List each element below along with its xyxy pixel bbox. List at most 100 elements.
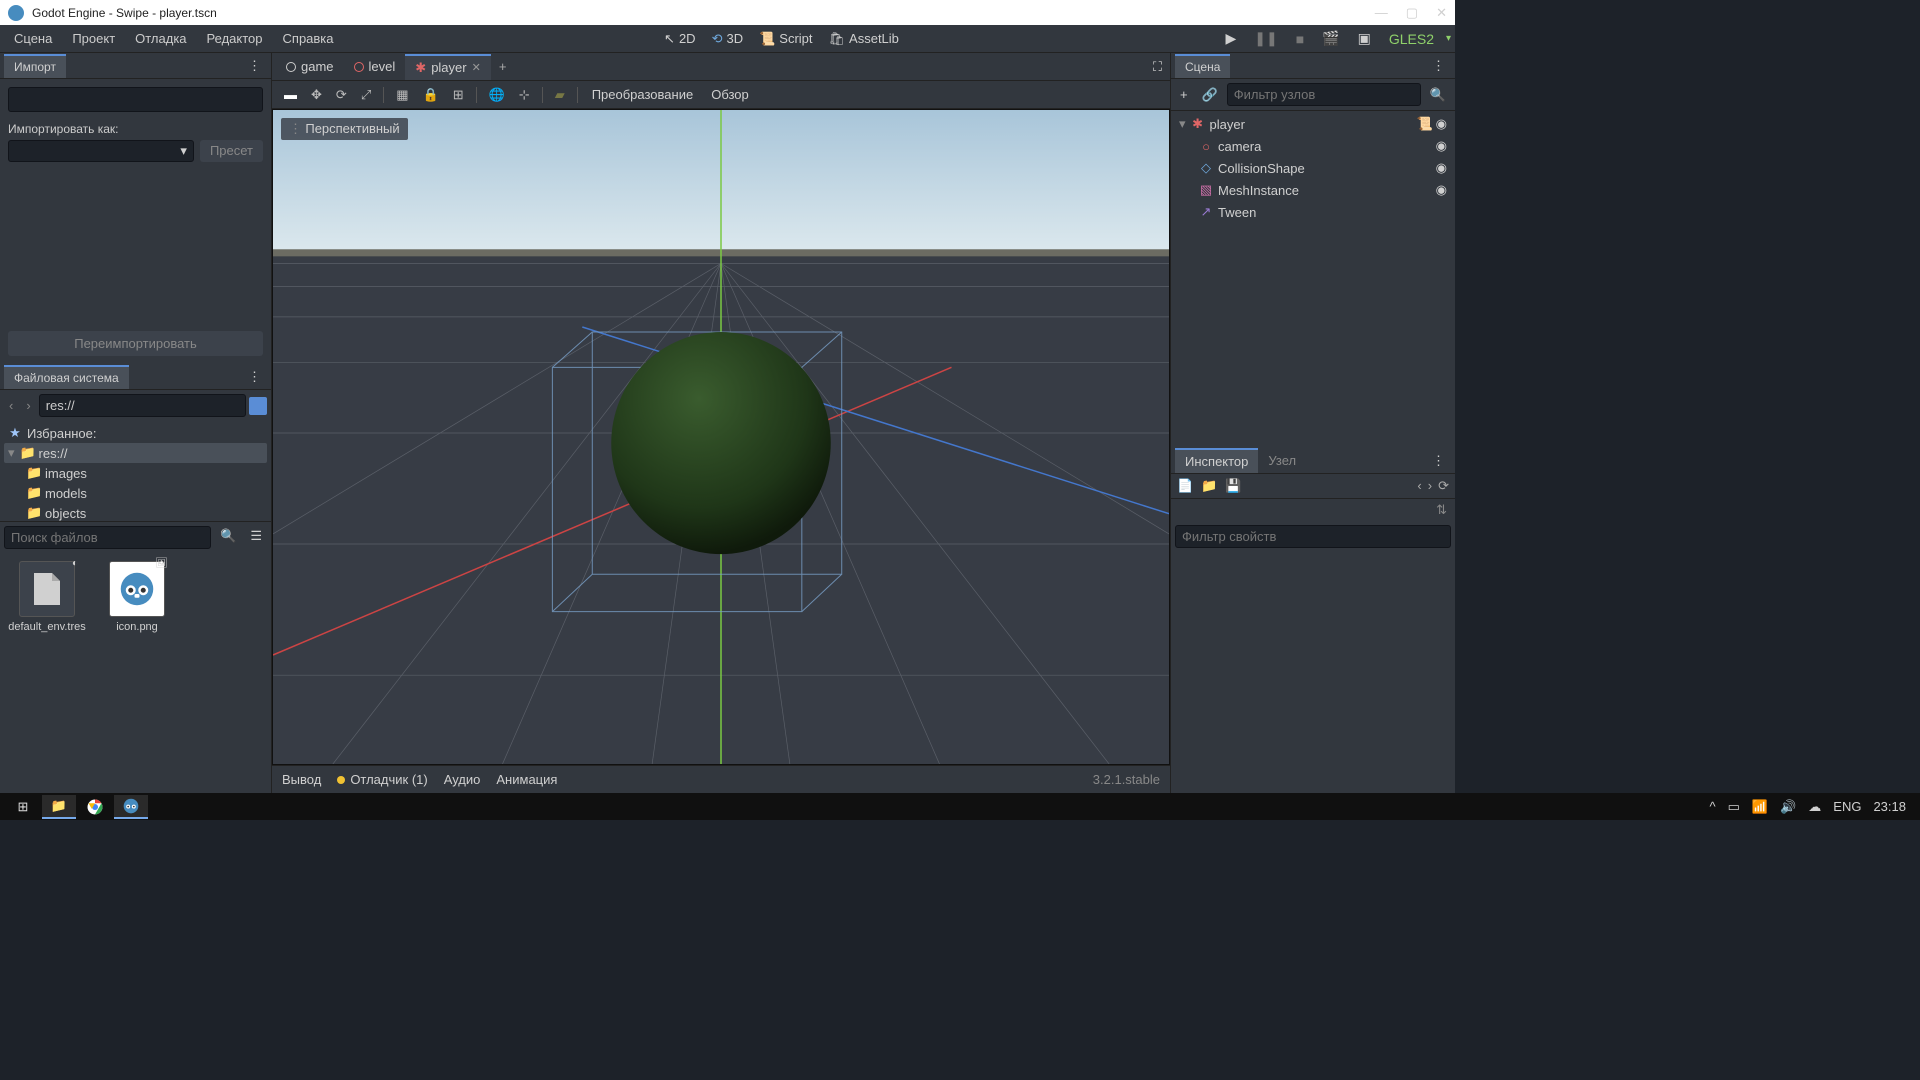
import-menu-icon[interactable]: ⋮ [242, 58, 267, 74]
taskbar-godot[interactable] [114, 795, 148, 819]
fs-back-button[interactable]: ‹ [4, 396, 18, 415]
chevron-down-icon[interactable]: ▾ [1179, 116, 1186, 132]
scale-tool[interactable]: ⤢ [355, 84, 377, 106]
fs-search-input[interactable] [4, 526, 211, 549]
inspector-tab[interactable]: Инспектор [1175, 448, 1258, 473]
minimize-button[interactable]: — [1375, 5, 1388, 21]
rotate-tool[interactable]: ⟳ [330, 84, 353, 106]
insp-extra-icon[interactable]: ⇅ [1436, 502, 1447, 518]
tray-clock[interactable]: 23:18 [1873, 799, 1906, 814]
tray-cloud-icon[interactable]: ☁ [1808, 799, 1821, 815]
close-button[interactable]: ✕ [1436, 5, 1447, 21]
taskbar-chrome[interactable] [78, 795, 112, 819]
import-tab[interactable]: Импорт [4, 54, 66, 78]
close-tab-icon[interactable]: ✕ [472, 61, 481, 74]
listener-tool[interactable]: ⊹ [513, 84, 536, 106]
fs-folder-images[interactable]: 📁images [22, 463, 267, 483]
reimport-button[interactable]: Переимпортировать [8, 331, 263, 356]
fs-forward-button[interactable]: › [21, 396, 35, 415]
workspace-2d[interactable]: ↖ 2D [656, 28, 704, 50]
import-path-input[interactable] [8, 87, 263, 112]
animation-button[interactable]: Анимация [496, 772, 557, 787]
insp-resource-save-icon[interactable]: 💾 [1225, 478, 1241, 494]
tray-language[interactable]: ENG [1833, 799, 1861, 814]
viewport-3d[interactable]: ⋮ Перспективный [272, 109, 1170, 765]
taskbar-explorer[interactable]: 📁 [42, 795, 76, 819]
stop-button[interactable]: ■ [1290, 28, 1310, 50]
insp-history-forward-icon[interactable]: › [1428, 478, 1432, 494]
fs-root[interactable]: ▾📁res:// [4, 443, 267, 463]
filesystem-menu-icon[interactable]: ⋮ [242, 369, 267, 385]
workspace-3d[interactable]: ⟲ 3D [704, 28, 752, 50]
import-type-dropdown[interactable]: ▾ [8, 140, 194, 162]
pause-button[interactable]: ❚❚ [1248, 27, 1283, 50]
scene-node-player[interactable]: ▾ ✱ player 📜◉ [1175, 113, 1451, 135]
fs-list-toggle[interactable]: ☰ [245, 526, 267, 549]
fs-file-icon-png[interactable]: 🖼 icon.png [98, 561, 176, 633]
snap-tool[interactable]: ▦ [390, 84, 414, 106]
scene-node-tween[interactable]: ↗Tween [1195, 201, 1451, 223]
scene-node-camera[interactable]: ○camera◉ [1195, 135, 1451, 157]
output-button[interactable]: Вывод [282, 772, 321, 787]
search-icon[interactable]: 🔍 [1425, 84, 1451, 106]
insp-history-back-icon[interactable]: ‹ [1417, 478, 1421, 494]
menu-debug[interactable]: Отладка [125, 27, 196, 50]
workspace-script[interactable]: 📜 Script [751, 28, 820, 50]
select-tool[interactable]: ▬ [278, 84, 303, 105]
scene-panel-menu-icon[interactable]: ⋮ [1426, 58, 1451, 74]
move-tool[interactable]: ✥ [305, 84, 328, 106]
audio-button[interactable]: Аудио [444, 772, 481, 787]
visibility-icon[interactable]: ◉ [1436, 182, 1447, 198]
inspector-filter-input[interactable] [1175, 525, 1451, 548]
fs-folder-models[interactable]: 📁models [22, 483, 267, 503]
debugger-button[interactable]: Отладчик (1) [337, 772, 427, 787]
tray-wifi-icon[interactable]: 📶 [1752, 799, 1768, 815]
play-scene-button[interactable]: 🎬 [1316, 27, 1345, 50]
misc-tool[interactable]: ▰ [549, 84, 571, 106]
insp-resource-load-icon[interactable]: 📁 [1201, 478, 1217, 494]
menu-editor[interactable]: Редактор [197, 27, 273, 50]
menu-scene[interactable]: Сцена [4, 27, 62, 50]
preset-button[interactable]: Пресет [200, 140, 263, 162]
tray-battery-icon[interactable]: ▭ [1728, 799, 1740, 815]
view-menu[interactable]: Обзор [703, 84, 757, 105]
lock-tool[interactable]: 🔒 [417, 84, 445, 106]
scene-filter-input[interactable] [1227, 83, 1421, 106]
renderer-chevron-icon[interactable]: ▾ [1446, 33, 1451, 44]
fs-file-default-env[interactable]: ◐ default_env.tres [8, 561, 86, 633]
scene-node-collisionshape[interactable]: ◇CollisionShape◉ [1195, 157, 1451, 179]
scene-panel-tab[interactable]: Сцена [1175, 54, 1230, 78]
fs-view-toggle[interactable] [249, 397, 267, 415]
menu-project[interactable]: Проект [62, 27, 125, 50]
transform-menu[interactable]: Преобразование [584, 84, 702, 105]
insp-resource-new-icon[interactable]: 📄 [1177, 478, 1193, 494]
renderer-select[interactable]: GLES2 [1383, 28, 1440, 50]
maximize-button[interactable]: ▢ [1406, 5, 1418, 21]
visibility-icon[interactable]: ◉ [1436, 116, 1447, 132]
distraction-free-button[interactable]: ⛶ [1149, 55, 1166, 79]
add-node-button[interactable]: + [1175, 84, 1193, 105]
visibility-icon[interactable]: ◉ [1436, 138, 1447, 154]
tray-volume-icon[interactable]: 🔊 [1780, 799, 1796, 815]
group-tool[interactable]: ⊞ [447, 84, 470, 106]
tray-chevron-icon[interactable]: ^ [1710, 799, 1716, 814]
play-custom-button[interactable]: ▣ [1352, 27, 1377, 50]
scene-node-meshinstance[interactable]: ▧MeshInstance◉ [1195, 179, 1451, 201]
insp-history-icon[interactable]: ⟳ [1438, 478, 1449, 494]
scene-tab-level[interactable]: level [344, 55, 406, 78]
menu-help[interactable]: Справка [273, 27, 344, 50]
filesystem-tab[interactable]: Файловая система [4, 365, 129, 389]
start-button[interactable]: ⊞ [6, 795, 40, 819]
fs-folder-objects[interactable]: 📁objects [22, 503, 267, 521]
search-icon[interactable]: 🔍 [215, 526, 241, 549]
inspector-menu-icon[interactable]: ⋮ [1426, 453, 1451, 469]
script-icon[interactable]: 📜 [1416, 116, 1432, 132]
play-button[interactable]: ▶ [1219, 27, 1242, 50]
camera-tool[interactable]: 🌐 [483, 84, 511, 106]
link-node-button[interactable]: 🔗 [1197, 84, 1223, 106]
workspace-assetlib[interactable]: 🛍 AssetLib [821, 28, 907, 50]
scene-tab-player[interactable]: ✱player✕ [405, 54, 491, 80]
scene-tab-game[interactable]: game [276, 55, 344, 78]
node-tab[interactable]: Узел [1258, 449, 1306, 472]
fs-path-input[interactable] [39, 394, 246, 417]
